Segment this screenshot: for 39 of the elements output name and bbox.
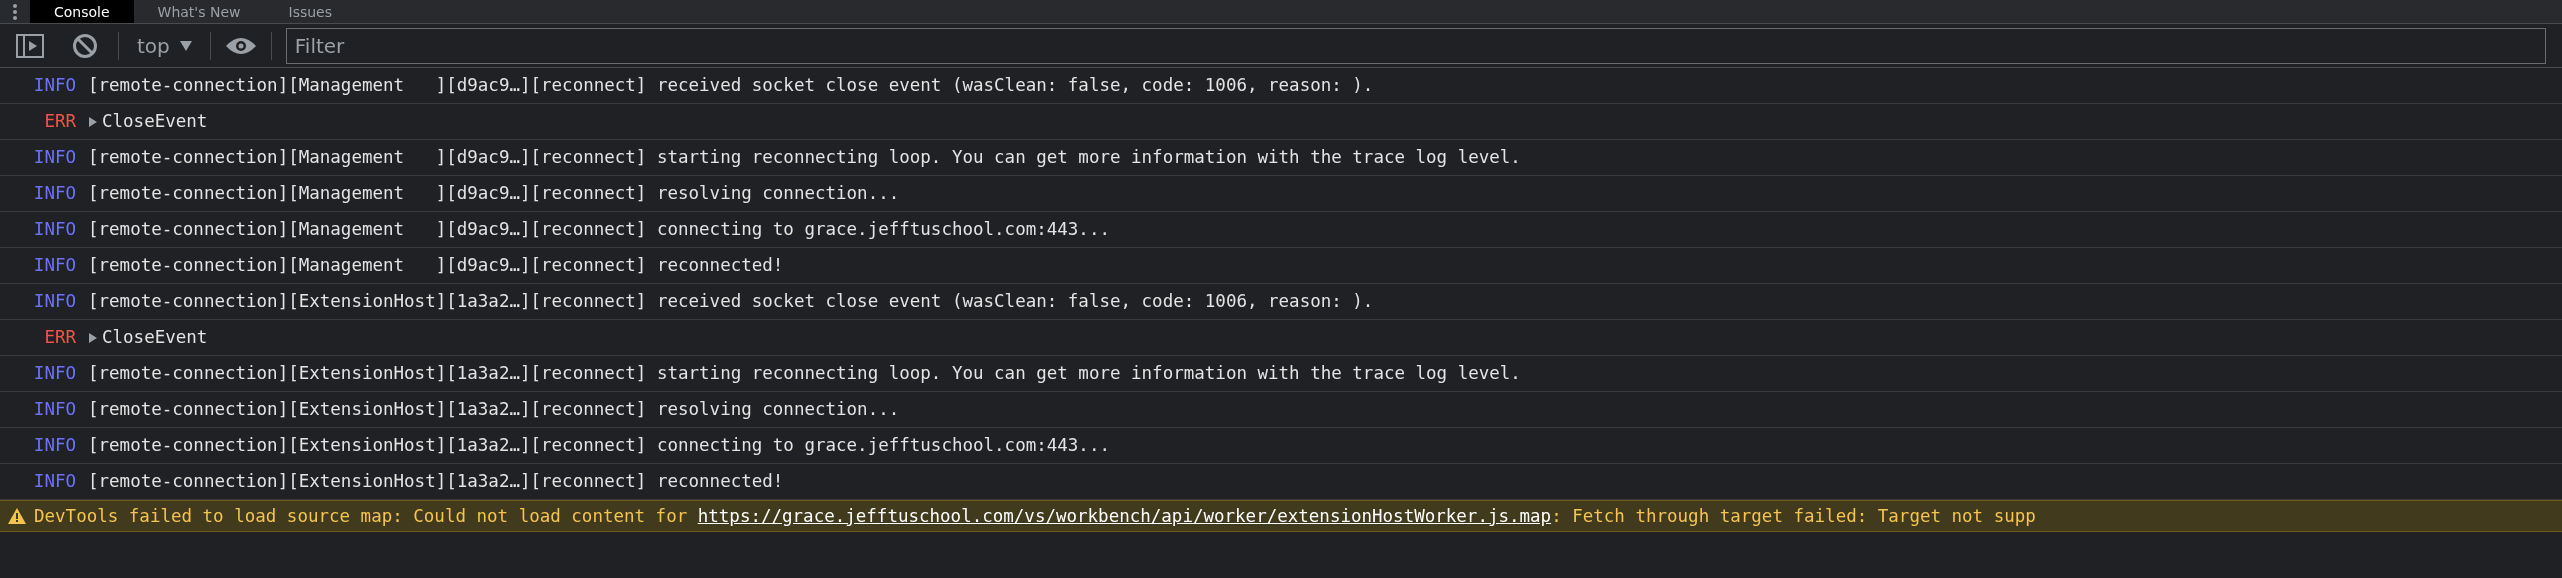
log-message: [remote-connection][ExtensionHost][1a3a2…][reconnect] resolving connection... bbox=[88, 398, 900, 422]
panel-tab[interactable]: Issues bbox=[264, 0, 356, 23]
log-message: [remote-connection][ExtensionHost][1a3a2…][reconnect] reconnected! bbox=[88, 470, 784, 494]
log-level: INFO bbox=[32, 218, 77, 242]
log-message: [remote-connection][ExtensionHost][1a3a2…][reconnect] starting reconnecting loop. You can get more information with the trace log level. bbox=[88, 362, 1521, 386]
log-level: INFO bbox=[32, 146, 77, 170]
warning-icon bbox=[8, 508, 26, 524]
log-message: [remote-connection][Management ][d9ac9…][reconnect] connecting to grace.jefftuschool.com:443... bbox=[88, 218, 1110, 242]
log-message: [remote-connection][Management ][d9ac9…][reconnect] received socket close event (wasClean: false, code: 1006, reason: ). bbox=[88, 74, 1374, 98]
log-level: INFO bbox=[32, 254, 77, 278]
filter-field[interactable]: Filter bbox=[285, 27, 2546, 64]
expand-triangle-icon[interactable] bbox=[88, 115, 98, 128]
log-level: INFO bbox=[32, 290, 77, 314]
clear-icon[interactable] bbox=[72, 32, 98, 59]
close-event-object[interactable]: CloseEvent bbox=[102, 108, 208, 135]
eye-icon[interactable] bbox=[224, 35, 257, 56]
log-level: INFO bbox=[32, 362, 77, 386]
log-level: INFO bbox=[32, 470, 77, 494]
log-level: INFO bbox=[32, 182, 77, 206]
log-level: ERR bbox=[43, 110, 77, 134]
context-dropdown[interactable]: top bbox=[133, 30, 196, 61]
log-level: INFO bbox=[32, 74, 77, 98]
expand-triangle-icon[interactable] bbox=[88, 331, 98, 344]
log-message: [remote-connection][Management ][d9ac9…][reconnect] reconnected! bbox=[88, 254, 784, 278]
sidebar-toggle-icon[interactable] bbox=[16, 33, 44, 58]
log-message: [remote-connection][Management ][d9ac9…][reconnect] starting reconnecting loop. You can get more information with the trace log level. bbox=[88, 146, 1521, 170]
warning-text: DevTools failed to load source map: Could not load content for bbox=[34, 504, 688, 528]
log-message: [remote-connection][ExtensionHost][1a3a2…][reconnect] connecting to grace.jefftuschool.com:443... bbox=[88, 434, 1110, 458]
log-message: [remote-connection][Management ][d9ac9…][reconnect] resolving connection... bbox=[88, 182, 900, 206]
log-level: INFO bbox=[32, 434, 77, 458]
log-level: INFO bbox=[32, 398, 77, 422]
log-message: [remote-connection][ExtensionHost][1a3a2…][reconnect] received socket close event (wasClean: false, code: 1006, reason: ). bbox=[88, 290, 1374, 314]
panel-tab[interactable]: What's New bbox=[133, 0, 265, 23]
caret-icon bbox=[179, 40, 192, 51]
source-map-link[interactable]: https://grace.jefftuschool.com/vs/workbench/api/worker/extensionHostWorker.js.map bbox=[697, 502, 1552, 530]
close-event-object[interactable]: CloseEvent bbox=[102, 324, 208, 351]
warning-text: : Fetch through target failed: Target not supp bbox=[1551, 504, 2036, 528]
log-level: ERR bbox=[43, 326, 77, 350]
panel-tab[interactable]: Console bbox=[30, 0, 134, 23]
